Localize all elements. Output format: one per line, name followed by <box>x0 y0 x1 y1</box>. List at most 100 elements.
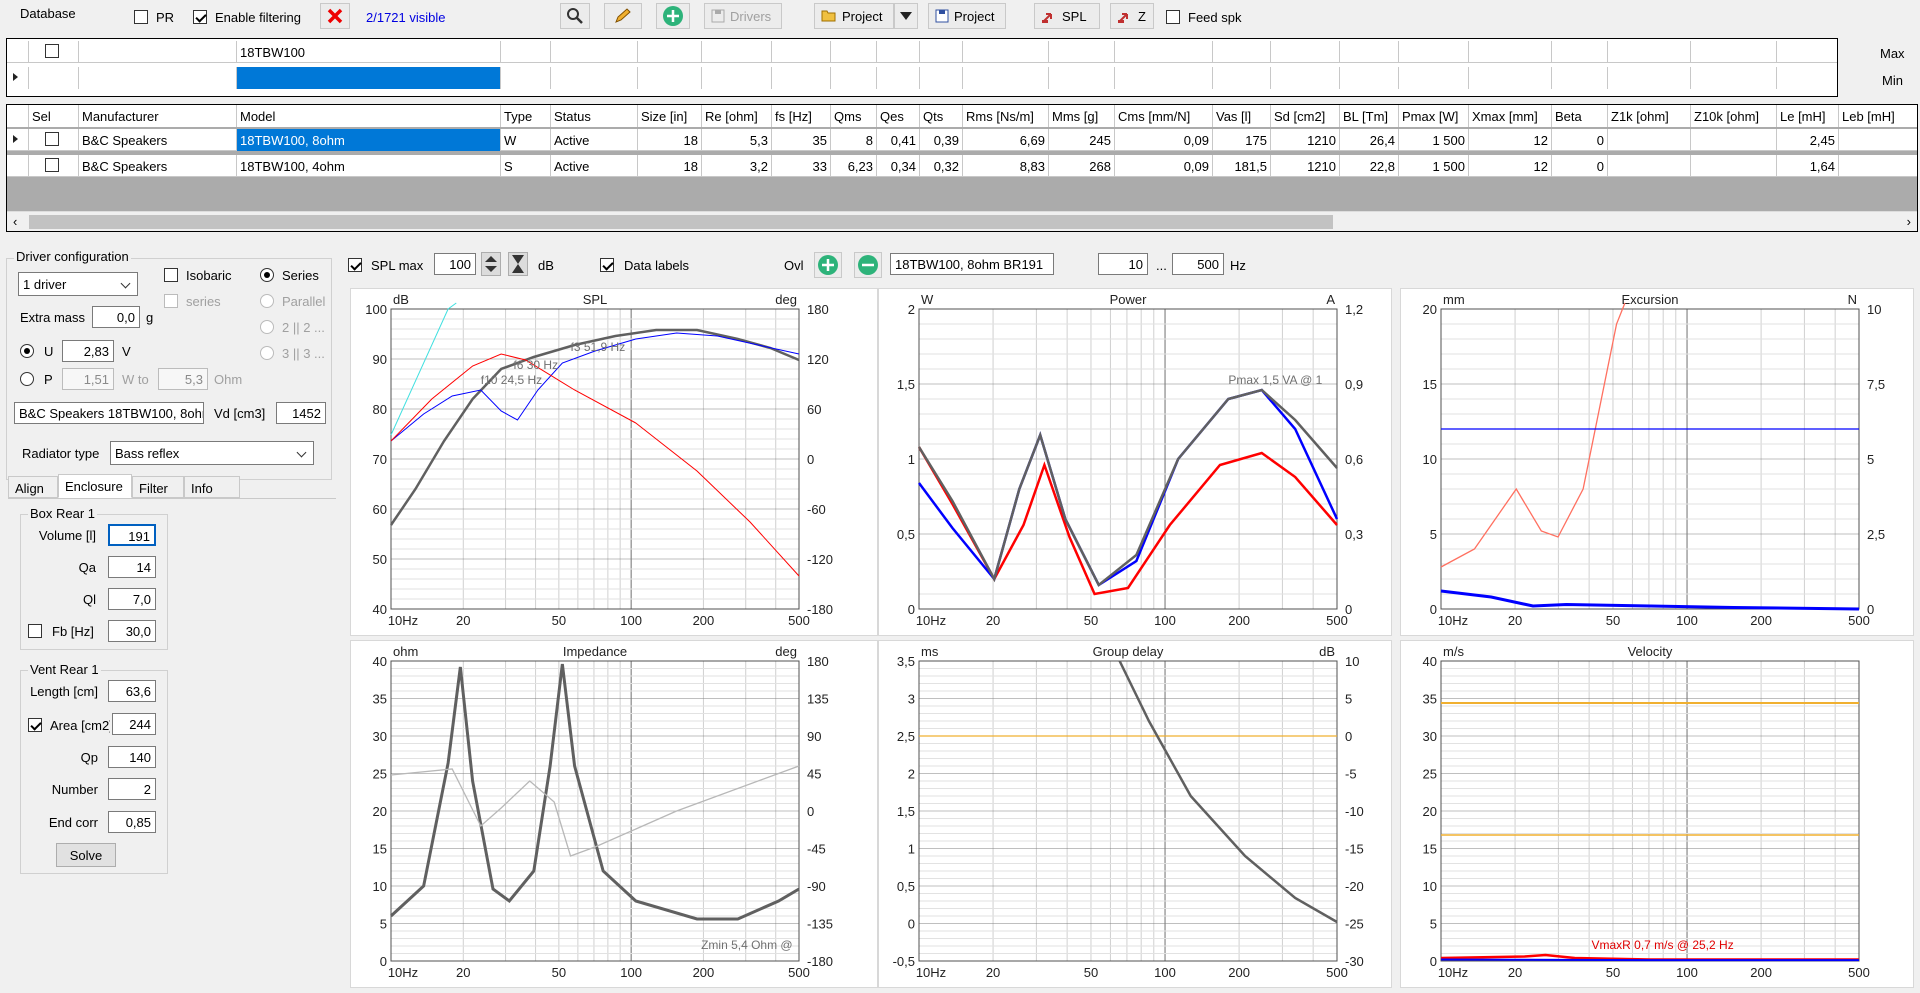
column-header[interactable]: Rms [Ns/m] <box>963 105 1049 127</box>
qp-input[interactable]: 140 <box>108 746 156 768</box>
y-tick-label: 5 <box>380 917 387 932</box>
solve-button[interactable]: Solve <box>56 843 116 867</box>
parallel-radio[interactable] <box>260 294 274 308</box>
power-input[interactable]: 1,51 <box>62 368 114 390</box>
ohm-input[interactable]: 5,3 <box>158 368 208 390</box>
column-header[interactable]: Qts <box>920 105 963 127</box>
overlay-name-field[interactable]: 18TBW100, 8ohm BR191 <box>890 253 1054 275</box>
enable-filtering-checkbox[interactable] <box>193 10 207 24</box>
column-header[interactable]: BL [Tm] <box>1340 105 1399 127</box>
scroll-left-icon[interactable]: ‹ <box>13 214 17 229</box>
y-tick-label: 20 <box>1423 804 1437 819</box>
voltage-input[interactable]: 2,83 <box>62 340 114 362</box>
scroll-right-icon[interactable]: › <box>1907 214 1911 229</box>
save-project-button[interactable]: Project <box>928 3 1006 29</box>
column-header[interactable]: Status <box>551 105 638 127</box>
area-checkbox[interactable] <box>28 718 42 732</box>
spl-max-auto-button[interactable] <box>508 252 528 276</box>
drivers-button[interactable]: Drivers <box>704 3 782 29</box>
freq-min-input[interactable]: 10 <box>1098 253 1148 275</box>
power-radio[interactable] <box>20 372 34 386</box>
driver-count-select[interactable]: 1 driver <box>18 272 138 296</box>
column-header[interactable]: Beta <box>1552 105 1608 127</box>
column-header[interactable]: Z1k [ohm] <box>1608 105 1691 127</box>
tab-info[interactable]: Info <box>184 476 240 498</box>
pr-checkbox[interactable] <box>134 10 148 24</box>
horizontal-scrollbar[interactable]: ‹ › <box>7 211 1917 231</box>
clear-filter-button[interactable] <box>320 3 350 29</box>
project-dropdown-button[interactable] <box>894 3 918 29</box>
fb-input[interactable]: 30,0 <box>108 620 156 642</box>
column-header[interactable]: Size [in] <box>638 105 702 127</box>
column-header[interactable]: Leb [mH] <box>1839 105 1917 127</box>
column-header[interactable]: Sd [cm2] <box>1271 105 1340 127</box>
tab-enclosure[interactable]: Enclosure <box>58 474 132 498</box>
z-export-button[interactable]: Z <box>1110 3 1154 29</box>
length-input[interactable]: 63,6 <box>108 680 156 702</box>
column-header[interactable]: Qes <box>877 105 920 127</box>
scrollbar-thumb[interactable] <box>29 215 1333 229</box>
area-input[interactable]: 244 <box>112 713 156 735</box>
series-radio[interactable] <box>260 268 274 282</box>
column-header[interactable]: Manufacturer <box>79 105 237 127</box>
extra-mass-input[interactable]: 0,0 <box>92 306 140 328</box>
add-button[interactable] <box>656 3 690 29</box>
chart-group-delay[interactable]: 3,5 3 2,5 2 1,5 1 0,5 0 -0,5 10 5 0 -5 -10 -15 -20 -25 -3… <box>878 640 1392 988</box>
remove-overlay-button[interactable] <box>854 252 882 278</box>
open-project-button[interactable]: Project <box>814 3 894 29</box>
filter-grid[interactable]: 18TBW100 <box>6 38 1838 97</box>
feed-spk-checkbox[interactable] <box>1166 10 1180 24</box>
table-row[interactable]: B&C Speakers 18TBW100, 8ohm W Active 18 5,3 35… <box>7 129 1917 151</box>
voltage-radio[interactable] <box>20 344 34 358</box>
isobaric-checkbox[interactable] <box>164 268 178 282</box>
column-header[interactable]: Type <box>501 105 551 127</box>
chart-spl[interactable]: 100 90 80 70 60 50 40 180 120 60 0 -60 -120 -180 10Hz 2… <box>350 288 878 636</box>
column-header[interactable]: Model <box>237 105 501 127</box>
column-header[interactable]: Xmax [mm] <box>1469 105 1552 127</box>
row-select-checkbox[interactable] <box>45 158 59 172</box>
spl-max-input[interactable]: 100 <box>434 253 476 275</box>
column-header[interactable]: Cms [mm/N] <box>1115 105 1213 127</box>
end-corr-input[interactable]: 0,85 <box>108 811 156 833</box>
ql-input[interactable]: 7,0 <box>108 588 156 610</box>
opt-3-radio[interactable] <box>260 346 274 360</box>
driver-table[interactable]: Sel Manufacturer Model Type Status Size [in] R… <box>6 104 1918 232</box>
tab-align[interactable]: Align <box>8 476 58 498</box>
chart-velocity[interactable]: 40 35 30 25 20 15 10 5 0 10Hz 20 50 100 200 500 Velocit… <box>1400 640 1914 988</box>
column-header[interactable]: Le [mH] <box>1777 105 1839 127</box>
tab-filter[interactable]: Filter <box>132 476 184 498</box>
isobaric-series-checkbox[interactable] <box>164 294 178 308</box>
column-header[interactable]: Vas [l] <box>1213 105 1271 127</box>
spl-export-button[interactable]: SPL <box>1034 3 1100 29</box>
spl-max-spinner[interactable] <box>481 252 501 276</box>
add-overlay-button[interactable] <box>814 252 842 278</box>
filter-sel-checkbox[interactable] <box>45 44 59 58</box>
chart-power[interactable]: 2 1,5 1 0,5 0 1,2 0,9 0,6 0,3 0 10Hz 20 50 100 200 500 P… <box>878 288 1392 636</box>
filter-model-min-cell[interactable] <box>237 67 501 89</box>
column-header[interactable]: Re [ohm] <box>702 105 772 127</box>
column-header[interactable]: Sel <box>29 105 79 127</box>
search-button[interactable] <box>560 3 590 29</box>
radiator-type-select[interactable]: Bass reflex <box>110 441 314 465</box>
table-row[interactable]: B&C Speakers 18TBW100, 4ohm S Active 18 3,2 33… <box>7 155 1917 177</box>
column-header[interactable]: Z10k [ohm] <box>1691 105 1777 127</box>
freq-max-input[interactable]: 500 <box>1172 253 1224 275</box>
chart-excursion[interactable]: 20 15 10 5 0 10 7,5 5 2,5 0 10Hz 20 50 100 200 500 Excur… <box>1400 288 1914 636</box>
column-header[interactable]: Mms [g] <box>1049 105 1115 127</box>
filter-model-input[interactable]: 18TBW100 <box>237 41 501 63</box>
qa-input[interactable]: 14 <box>108 556 156 578</box>
spl-max-checkbox[interactable] <box>348 258 362 272</box>
column-header[interactable]: fs [Hz] <box>772 105 831 127</box>
volume-input[interactable]: 191 <box>108 524 156 546</box>
chart-impedance[interactable]: 40 35 30 25 20 15 10 5 0 180 135 90 45 0 -45 -90 -135 -18… <box>350 640 878 988</box>
column-header[interactable]: Pmax [W] <box>1399 105 1469 127</box>
fb-checkbox[interactable] <box>28 624 42 638</box>
column-header[interactable]: Qms <box>831 105 877 127</box>
y-tick-label: 0,5 <box>897 527 915 542</box>
opt-2-radio[interactable] <box>260 320 274 334</box>
voltage-label: U <box>44 344 54 359</box>
number-input[interactable]: 2 <box>108 778 156 800</box>
row-select-checkbox[interactable] <box>45 132 59 146</box>
edit-button[interactable] <box>604 3 642 29</box>
data-labels-checkbox[interactable] <box>600 258 614 272</box>
